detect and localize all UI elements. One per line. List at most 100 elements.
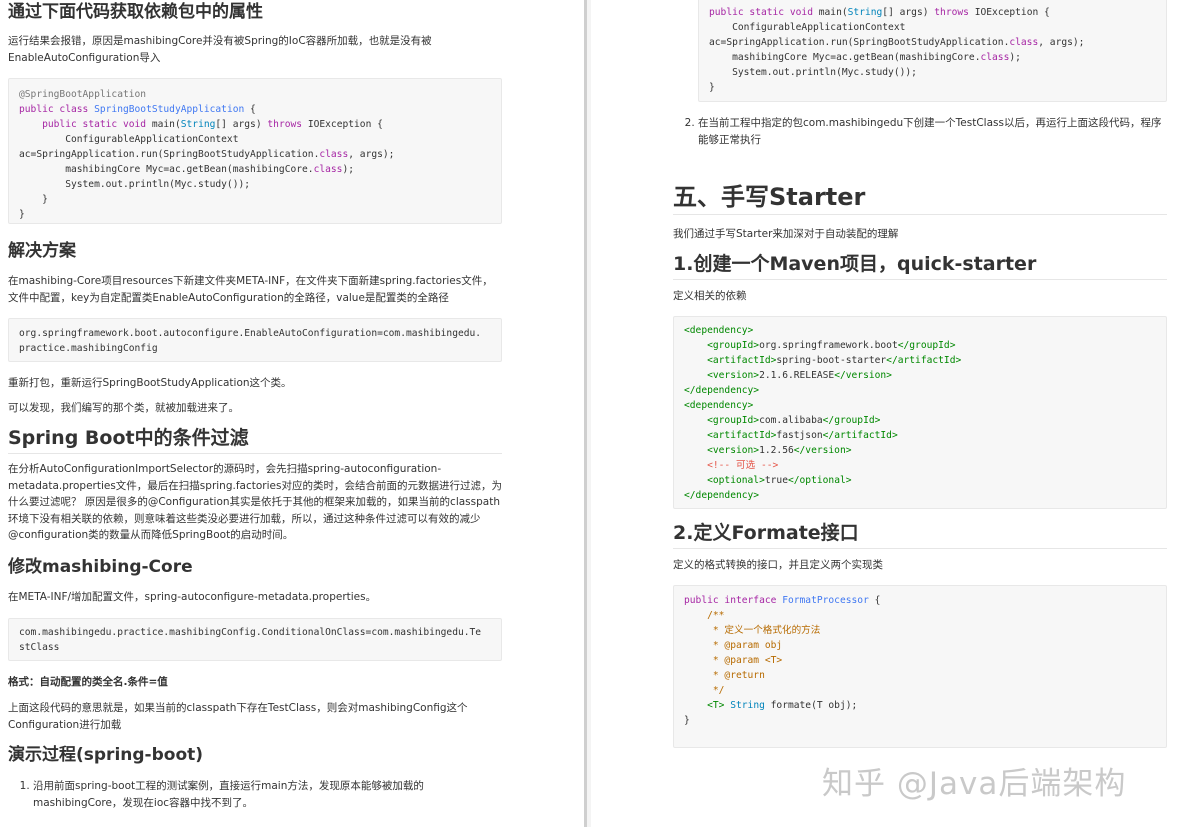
code-line: <!-- 可选 --> bbox=[684, 460, 779, 471]
paragraph-solution: 在mashibing-Core项目resources下新建文件夹META-INF… bbox=[8, 275, 493, 304]
section-heading: Spring Boot中的条件过滤 bbox=[8, 425, 502, 454]
code-token: ); bbox=[1009, 52, 1021, 63]
paragraph: 我们通过手写Starter来加深对于自动装配的理解 bbox=[673, 226, 1167, 243]
code-token: mashibingCore Myc=ac.getBean(mashibingCo… bbox=[709, 52, 981, 63]
paragraph-metadata-file: 在META-INF/增加配置文件，spring-autoconfigure-me… bbox=[8, 591, 377, 603]
right-document-page: public static void main(String[] args) t… bbox=[591, 0, 1178, 827]
heading-modify-core: 修改mashibing-Core bbox=[8, 557, 193, 577]
heading-create-maven: 1.创建一个Maven项目，quick-starter bbox=[673, 253, 1037, 275]
code-token: public interface bbox=[684, 595, 783, 606]
code-token: org.springframework.boot.autoconfigure.E… bbox=[19, 328, 482, 339]
paragraph: 上面这段代码的意思就是，如果当前的classpath下存在TestClass，则… bbox=[8, 700, 478, 733]
code-token: <version> bbox=[684, 445, 760, 456]
section-heading: 演示过程(spring-boot) bbox=[8, 744, 508, 766]
code-block-main-method[interactable]: public static void main(String[] args) t… bbox=[698, 0, 1167, 102]
code-token: class bbox=[980, 52, 1010, 63]
paragraph-filter-explanation: 在分析AutoConfigurationImportSelector的源码时，会… bbox=[8, 463, 502, 541]
format-label: 格式：自动配置的类全名.条件=值 bbox=[8, 676, 168, 688]
code-token: </optional> bbox=[787, 475, 852, 486]
code-line: <dependency> bbox=[684, 325, 754, 336]
paragraph: 定义的格式转换的接口，并且定义两个实现类 bbox=[673, 557, 1167, 574]
ordered-list: 在当前工程中指定的包com.mashibingedu下创建一个TestClass… bbox=[673, 115, 1167, 148]
paragraph-dependencies: 定义相关的依赖 bbox=[673, 290, 747, 302]
code-token: </groupId> bbox=[897, 340, 956, 351]
code-token: 2.1.6.RELEASE bbox=[759, 370, 835, 381]
code-token: </version> bbox=[834, 370, 892, 381]
section-heading: 解决方案 bbox=[8, 240, 508, 262]
code-token: </groupId> bbox=[822, 415, 881, 426]
code-token: main( bbox=[818, 7, 848, 18]
steps-list: 沿用前面spring-boot工程的测试案例，直接运行main方法，发现原本能够… bbox=[8, 778, 448, 811]
code-token: mashibingCore Myc=ac.getBean(mashibingCo… bbox=[19, 164, 314, 175]
code-line: stClass bbox=[19, 642, 60, 653]
code-token: class bbox=[1009, 37, 1039, 48]
code-token: <artifactId> bbox=[684, 355, 777, 366]
code-line: * @return bbox=[684, 670, 765, 681]
paragraph: 在mashibing-Core项目resources下新建文件夹META-INF… bbox=[8, 273, 498, 306]
list-item: 沿用前面spring-boot工程的测试案例，直接运行main方法，发现原本能够… bbox=[33, 778, 448, 811]
code-block-spring-factories[interactable]: org.springframework.boot.autoconfigure.E… bbox=[8, 318, 502, 362]
code-line: } bbox=[19, 194, 48, 205]
heading-get-properties: 通过下面代码获取依赖包中的属性 bbox=[8, 2, 263, 22]
code-token: org.springframework.boot bbox=[759, 340, 898, 351]
code-token: String bbox=[180, 119, 216, 130]
paragraph: 重新打包，重新运行SpringBootStudyApplication这个类。 bbox=[8, 375, 508, 392]
code-line: </dependency> bbox=[684, 490, 760, 501]
code-line: System.out.println(Myc.study()); bbox=[19, 179, 251, 190]
code-token: spring-boot-starter bbox=[776, 355, 887, 366]
code-line: * 定义一个格式化的方法 bbox=[684, 625, 821, 636]
paragraph-error-reason: 运行结果会报错，原因是mashibingCore并没有被Spring的IoC容器… bbox=[8, 35, 432, 64]
code-block-format-processor[interactable]: public interface FormatProcessor { /** *… bbox=[673, 585, 1167, 748]
code-token: { bbox=[244, 104, 256, 115]
paragraph-starter-intro: 我们通过手写Starter来加深对于自动装配的理解 bbox=[673, 228, 899, 240]
code-token: String bbox=[847, 7, 883, 18]
code-token: </artifactId> bbox=[822, 430, 898, 441]
heading-conditional-filter: Spring Boot中的条件过滤 bbox=[8, 427, 249, 449]
watermark: 知乎 @Java后端架构 bbox=[822, 766, 1127, 802]
code-token: , args); bbox=[348, 149, 395, 160]
code-token: throws bbox=[267, 119, 303, 130]
code-line: ConfigurableApplicationContext bbox=[709, 22, 906, 33]
code-block-conditional[interactable]: com.mashibingedu.practice.mashibingConfi… bbox=[8, 618, 502, 661]
code-token: <optional> bbox=[684, 475, 765, 486]
code-token: class bbox=[313, 164, 343, 175]
code-token: fastjson bbox=[776, 430, 823, 441]
section-heading: 五、手写Starter bbox=[673, 182, 1167, 215]
code-token: <T> bbox=[707, 700, 725, 711]
ordered-list: 沿用前面spring-boot工程的测试案例，直接运行main方法，发现原本能够… bbox=[8, 778, 448, 811]
code-token: IOException { bbox=[302, 119, 383, 130]
code-token: <groupId> bbox=[684, 415, 760, 426]
paragraph: 在META-INF/增加配置文件，spring-autoconfigure-me… bbox=[8, 589, 508, 606]
code-token: ac=SpringApplication.run(SpringBootStudy… bbox=[709, 37, 1010, 48]
code-line: * @param obj bbox=[684, 640, 783, 651]
code-line: } bbox=[19, 209, 25, 220]
code-line: * @param <T> bbox=[684, 655, 783, 666]
code-token: <groupId> bbox=[684, 340, 760, 351]
code-token: ); bbox=[342, 164, 355, 175]
code-token: IOException { bbox=[968, 7, 1050, 18]
code-block-main-class[interactable]: @SpringBootApplication public class Spri… bbox=[8, 78, 502, 224]
code-token: 1.2.56 bbox=[759, 445, 794, 456]
heading-handwritten-starter: 五、手写Starter bbox=[673, 183, 866, 211]
code-line: ConfigurableApplicationContext bbox=[19, 134, 239, 145]
code-token: </version> bbox=[793, 445, 852, 456]
left-document-page: 通过下面代码获取依赖包中的属性 运行结果会报错，原因是mashibingCore… bbox=[0, 0, 584, 827]
code-token: SpringBootStudyApplication bbox=[94, 104, 245, 115]
code-token: <artifactId> bbox=[684, 430, 777, 441]
paragraph-loaded: 可以发现，我们编写的那个类，就被加载进来了。 bbox=[8, 402, 239, 414]
code-token: String bbox=[730, 700, 765, 711]
section-heading: 1.创建一个Maven项目，quick-starter bbox=[673, 251, 1167, 280]
code-token: main( bbox=[151, 119, 181, 130]
code-line: System.out.println(Myc.study()); bbox=[709, 67, 917, 78]
code-token: [] args) bbox=[882, 7, 935, 18]
code-block-pom-dependencies[interactable]: <dependency> <groupId>org.springframewor… bbox=[673, 316, 1167, 509]
code-token: class bbox=[319, 149, 349, 160]
section-heading: 通过下面代码获取依赖包中的属性 bbox=[8, 1, 508, 23]
section-heading: 修改mashibing-Core bbox=[8, 556, 508, 578]
paragraph-repackage: 重新打包，重新运行SpringBootStudyApplication这个类。 bbox=[8, 377, 292, 389]
code-line: <dependency> bbox=[684, 400, 754, 411]
code-token: public static void bbox=[42, 119, 152, 130]
heading-solution: 解决方案 bbox=[8, 241, 76, 261]
code-line: } bbox=[709, 82, 715, 93]
